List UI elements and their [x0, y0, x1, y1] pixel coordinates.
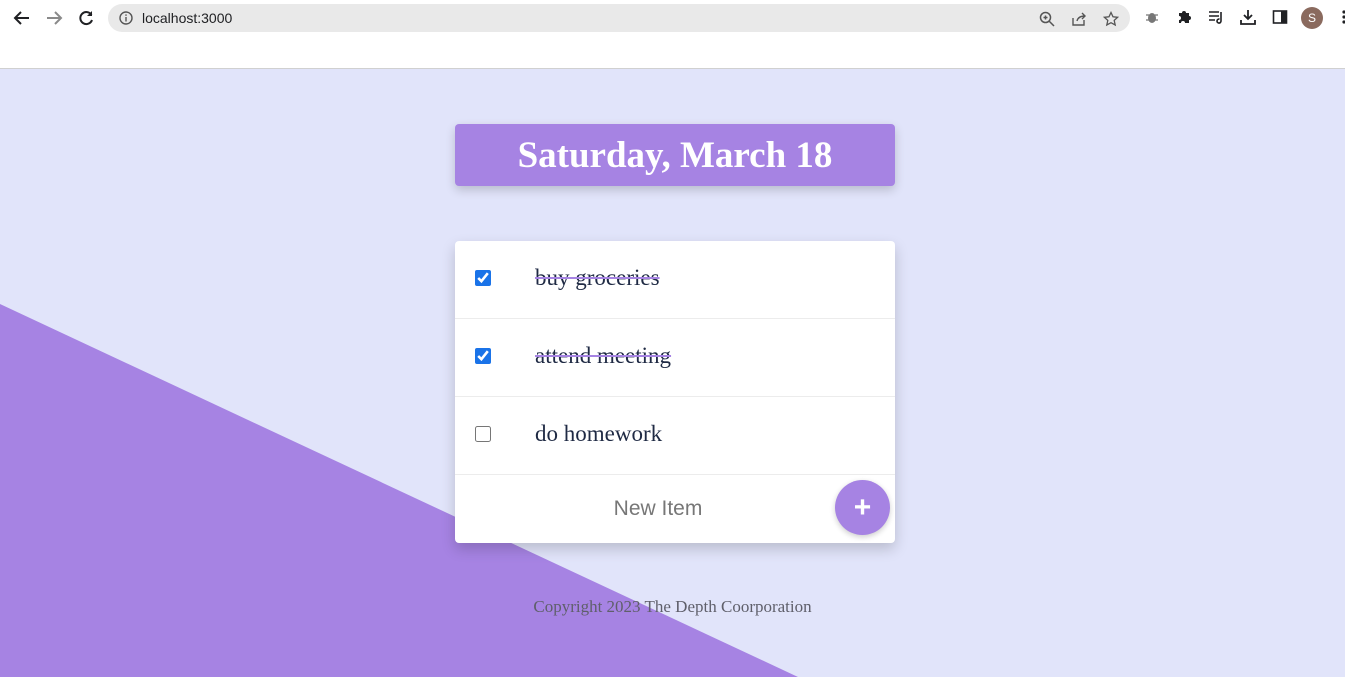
address-bar[interactable]: localhost:3000	[108, 4, 1130, 32]
star-icon[interactable]	[1102, 10, 1120, 28]
profile-avatar[interactable]: S	[1301, 7, 1323, 29]
sidepanel-icon[interactable]	[1269, 6, 1291, 28]
info-icon[interactable]	[118, 10, 134, 26]
todo-card: buy groceries attend meeting do homework…	[455, 241, 895, 543]
footer-copyright: Copyright 2023 The Depth Coorporation	[533, 597, 812, 616]
download-icon[interactable]	[1237, 6, 1259, 28]
back-icon[interactable]	[10, 6, 34, 30]
reload-icon[interactable]	[74, 6, 98, 30]
todo-checkbox[interactable]	[475, 348, 491, 364]
bug-icon[interactable]	[1141, 6, 1163, 28]
todo-checkbox[interactable]	[475, 426, 491, 442]
url-text: localhost:3000	[142, 10, 233, 26]
date-header: Saturday, March 18	[455, 124, 895, 186]
share-icon[interactable]	[1070, 10, 1088, 28]
todo-label: attend meeting	[535, 343, 672, 368]
puzzle-icon[interactable]	[1173, 6, 1195, 28]
todo-label: buy groceries	[535, 265, 660, 290]
date-title: Saturday, March 18	[517, 134, 833, 176]
browser-toolbar: localhost:3000 S	[0, 0, 1345, 69]
todo-item[interactable]: do homework	[455, 397, 895, 475]
zoom-icon[interactable]	[1038, 10, 1056, 28]
todo-item[interactable]: attend meeting	[455, 319, 895, 397]
todo-checkbox[interactable]	[475, 270, 491, 286]
forward-icon[interactable]	[42, 6, 66, 30]
todo-item[interactable]: buy groceries	[455, 241, 895, 319]
new-item-input[interactable]	[511, 493, 805, 525]
todo-label: do homework	[535, 421, 663, 446]
add-item-button[interactable]: +	[835, 480, 890, 535]
media-icon[interactable]	[1205, 6, 1227, 28]
more-icon[interactable]	[1333, 6, 1345, 28]
